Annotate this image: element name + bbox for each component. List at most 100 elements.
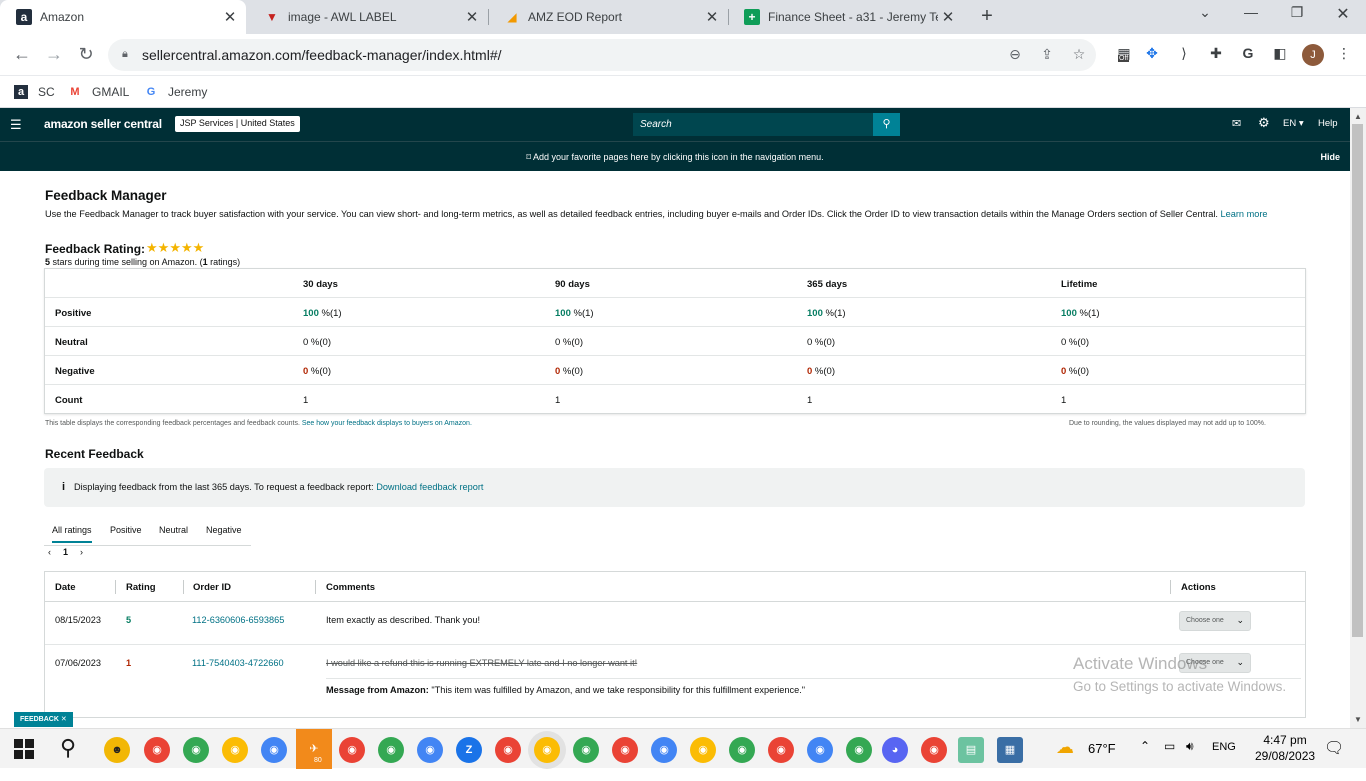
chrome-icon[interactable]: ◉	[729, 737, 755, 763]
learn-more-link[interactable]: Learn more	[1221, 209, 1268, 219]
tab-positive[interactable]: Positive	[110, 525, 142, 543]
chrome-icon[interactable]: ◉	[807, 737, 833, 763]
close-tab-icon[interactable]: ✕	[702, 8, 722, 26]
chrome-icon[interactable]: ◉	[144, 737, 170, 763]
info-message: Displaying feedback from the last 365 da…	[74, 482, 374, 492]
chrome-icon[interactable]: ◉	[495, 737, 521, 763]
chrome-icon[interactable]: ◉	[651, 737, 677, 763]
tab-search-icon[interactable]: ⌄	[1192, 4, 1218, 26]
chrome-icon[interactable]: ◉	[339, 737, 365, 763]
share-icon[interactable]: ⇪	[1038, 46, 1056, 64]
close-window-icon[interactable]: ✕	[1330, 4, 1356, 26]
search-input[interactable]: Search	[633, 113, 873, 136]
chrome-icon[interactable]: ◉	[261, 737, 287, 763]
chrome-icon[interactable]: ◉	[612, 737, 638, 763]
buyer-display-link[interactable]: See how your feedback displays to buyers…	[302, 420, 472, 427]
header-rating[interactable]: Rating	[126, 582, 156, 593]
bookmark-jeremy[interactable]: G Jeremy	[144, 82, 208, 102]
bookmark-star-icon[interactable]: ☆	[1070, 46, 1088, 64]
close-tab-icon[interactable]: ✕	[462, 8, 482, 26]
windows-start-icon[interactable]	[14, 739, 34, 759]
extension-crosshair-icon[interactable]: ✥	[1142, 45, 1162, 65]
action-select[interactable]: Choose one ⌄	[1179, 611, 1251, 631]
account-switcher[interactable]: JSP Services | United States	[175, 116, 300, 132]
close-tab-icon[interactable]: ✕	[220, 8, 240, 26]
tab-amazon[interactable]: a Amazon ✕	[0, 0, 246, 34]
chrome-icon[interactable]: ◉	[378, 737, 404, 763]
chrome-icon[interactable]: ◉	[183, 737, 209, 763]
hide-favorites-button[interactable]: Hide	[1320, 152, 1340, 162]
url-text[interactable]: sellercentral.amazon.com/feedback-manage…	[142, 47, 502, 63]
scroll-down-icon[interactable]: ▼	[1352, 715, 1364, 724]
volume-icon[interactable]: 🔊︎	[1186, 739, 1194, 754]
taskbar-clock[interactable]: 4:47 pm 29/08/2023	[1255, 732, 1315, 764]
close-tab-icon[interactable]: ✕	[938, 8, 958, 26]
chrome-icon-active[interactable]: ◉	[534, 737, 560, 763]
new-tab-icon[interactable]: +	[976, 6, 998, 28]
tab-amz-eod-report[interactable]: ◢ AMZ EOD Report ✕	[488, 0, 728, 34]
restore-icon[interactable]: ❐	[1284, 4, 1310, 26]
tab-all-ratings[interactable]: All ratings	[52, 525, 92, 543]
tray-chevron-icon[interactable]: ⌃	[1140, 739, 1150, 753]
next-page-icon[interactable]: ›	[80, 547, 83, 557]
help-link[interactable]: Help	[1318, 118, 1338, 129]
header-date[interactable]: Date	[55, 582, 76, 593]
feedback-chip[interactable]: FEEDBACK ✕	[14, 712, 73, 727]
bookmark-gmail[interactable]: M GMAIL	[68, 82, 129, 102]
extensions-puzzle-icon[interactable]: ✚	[1206, 45, 1226, 65]
zoom-app-icon[interactable]: Z	[456, 737, 482, 763]
download-report-link[interactable]: Download feedback report	[376, 482, 483, 492]
tab-awl-label[interactable]: ▼ image - AWL LABEL ✕	[248, 0, 488, 34]
calculator-icon[interactable]: ▦	[997, 737, 1023, 763]
prev-page-icon[interactable]: ‹	[48, 547, 51, 557]
app-icon[interactable]: ☻	[104, 737, 130, 763]
settings-gear-icon[interactable]: ⚙	[1258, 115, 1270, 131]
header-comments[interactable]: Comments	[326, 582, 375, 593]
seller-central-logo[interactable]: amazon seller central	[44, 117, 162, 131]
temperature[interactable]: 67°F	[1088, 741, 1116, 756]
tab-finance-sheet[interactable]: + Finance Sheet - a31 - Jeremy Tere ✕	[728, 0, 964, 34]
row-rating: 5	[126, 615, 132, 625]
bookmark-sc[interactable]: a SC	[14, 82, 55, 102]
order-id-link[interactable]: 111-7540403-4722660	[192, 658, 284, 668]
search-icon[interactable]: ⚲	[60, 735, 76, 761]
chrome-icon[interactable]: ◉	[417, 737, 443, 763]
weather-icon[interactable]: ☁	[1056, 737, 1074, 758]
tab-negative[interactable]: Negative	[206, 525, 242, 543]
zoom-icon[interactable]: ⊖	[1006, 46, 1024, 64]
menu-dots-icon[interactable]: ⋮	[1334, 45, 1354, 65]
mail-icon[interactable]: ✉	[1232, 117, 1241, 130]
grammarly-icon[interactable]: G	[1238, 45, 1258, 65]
address-bar[interactable]: 🔒︎ sellercentral.amazon.com/feedback-man…	[108, 39, 1096, 71]
extension-off-icon[interactable]: ▦ Off	[1114, 45, 1134, 65]
extension-arrow-icon[interactable]: ⟩	[1174, 45, 1194, 65]
minimize-icon[interactable]: —	[1238, 4, 1264, 26]
notifications-icon[interactable]: 🗨︎	[1324, 738, 1344, 758]
network-icon[interactable]: ▭	[1164, 739, 1175, 753]
browser-toolbar: ← → ↻ 🔒︎ sellercentral.amazon.com/feedba…	[0, 34, 1366, 76]
language-selector[interactable]: EN ▾	[1283, 118, 1304, 129]
discord-icon[interactable]: ◕	[882, 737, 908, 763]
search-button[interactable]: ⚲	[873, 113, 900, 136]
side-panel-icon[interactable]: ◧	[1270, 45, 1290, 65]
reload-icon[interactable]: ↻	[74, 43, 98, 67]
order-id-link[interactable]: 112-6360606-6593865	[192, 615, 284, 625]
profile-avatar[interactable]: J	[1302, 44, 1324, 66]
header-order-id[interactable]: Order ID	[193, 582, 231, 593]
tab-neutral[interactable]: Neutral	[159, 525, 188, 543]
scroll-up-icon[interactable]: ▲	[1352, 112, 1364, 121]
language-indicator[interactable]: ENG	[1212, 741, 1236, 753]
notepad-icon[interactable]: ▤	[958, 737, 984, 763]
chrome-icon[interactable]: ◉	[690, 737, 716, 763]
back-icon[interactable]: ←	[10, 43, 34, 67]
forward-icon[interactable]: →	[42, 43, 66, 67]
scrollbar-thumb[interactable]	[1352, 124, 1363, 637]
page-number[interactable]: 1	[63, 547, 68, 557]
hamburger-menu-icon[interactable]: ☰	[10, 117, 22, 133]
telegram-icon[interactable]: ✈ 80	[296, 729, 332, 769]
chrome-icon[interactable]: ◉	[222, 737, 248, 763]
chrome-icon[interactable]: ◉	[921, 737, 947, 763]
chrome-icon[interactable]: ◉	[768, 737, 794, 763]
chrome-icon[interactable]: ◉	[846, 737, 872, 763]
chrome-icon[interactable]: ◉	[573, 737, 599, 763]
